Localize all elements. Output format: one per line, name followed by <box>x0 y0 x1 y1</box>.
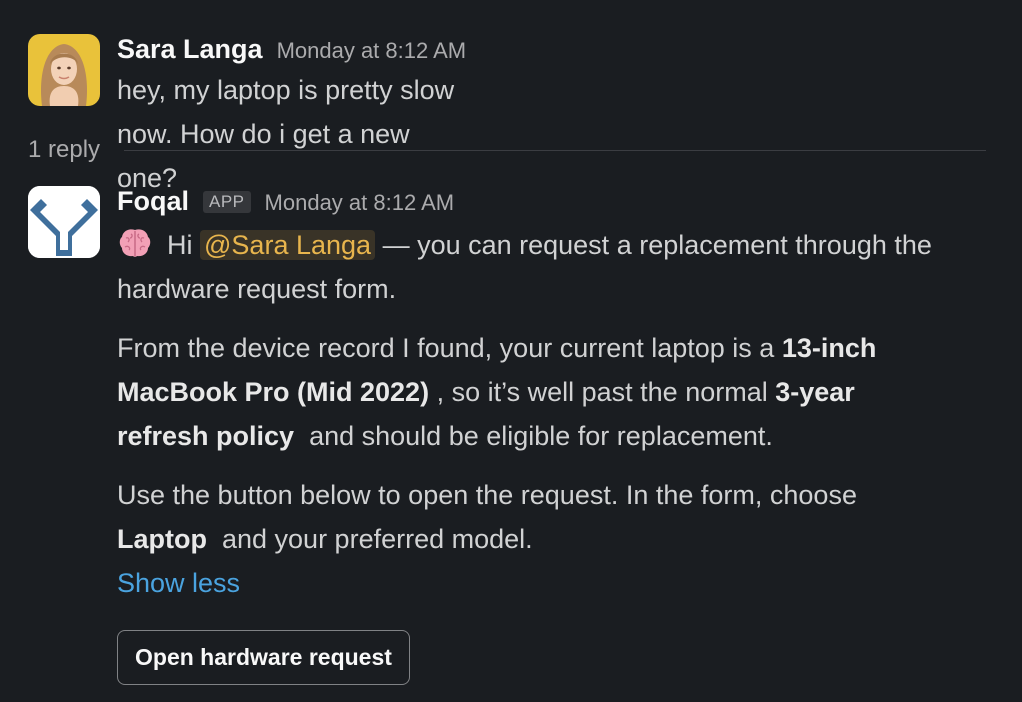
message-header: Foqal APP Monday at 8:12 AM <box>117 186 997 220</box>
brain-icon <box>117 225 161 261</box>
message-paragraph-3: Use the button below to open the request… <box>117 473 997 561</box>
p2-bold-policy: refresh policy <box>117 421 295 451</box>
intro-text-line2: hardware request form. <box>117 274 397 304</box>
avatar[interactable] <box>28 186 100 258</box>
message-timestamp[interactable]: Monday at 8:12 AM <box>277 38 467 64</box>
p2-bold-years: 3-year <box>775 377 855 407</box>
sender-name[interactable]: Foqal <box>117 186 189 217</box>
p2-text-d: , so it’s well past the normal <box>429 377 776 407</box>
app-badge: APP <box>203 191 251 213</box>
message-paragraph-1: Hi @Sara Langa — you can request a repla… <box>117 223 997 311</box>
open-hardware-request-button[interactable]: Open hardware request <box>117 630 410 685</box>
p2-bold-size: 13-inch <box>781 333 877 363</box>
p2-text-a: From the device record I found, your cur… <box>117 333 782 363</box>
p3-bold-laptop: Laptop <box>117 524 207 554</box>
p2-bold-model: MacBook Pro (Mid 2022) <box>117 377 430 407</box>
p2-text-g: and should be eligible for replacement. <box>294 421 773 451</box>
message-text: Hi @Sara Langa — you can request a repla… <box>117 223 997 561</box>
message-paragraph-2: From the device record I found, your cur… <box>117 326 997 458</box>
reply-count[interactable]: 1 reply <box>28 136 100 164</box>
divider-line <box>124 149 986 151</box>
message-header: Sara Langa Monday at 8:12 AM <box>117 34 466 68</box>
avatar[interactable] <box>28 34 100 106</box>
thread-reply-divider: 1 reply <box>28 130 986 170</box>
p3-text-a: Use the button below to open the request… <box>117 480 857 510</box>
message-content: Foqal APP Monday at 8:12 AM Hi @Sara Lan… <box>117 186 997 685</box>
intro-text: — you can request a replacement through … <box>382 230 932 260</box>
user-mention[interactable]: @Sara Langa <box>200 230 376 260</box>
message-thread: Sara Langa Monday at 8:12 AM hey, my lap… <box>0 0 1022 702</box>
sender-name[interactable]: Sara Langa <box>117 34 263 65</box>
message-timestamp[interactable]: Monday at 8:12 AM <box>265 190 455 216</box>
message-content: Sara Langa Monday at 8:12 AM hey, my lap… <box>117 34 466 200</box>
foqal-logo-icon <box>28 186 100 258</box>
show-less-link[interactable]: Show less <box>117 561 997 605</box>
greeting-text: Hi <box>167 230 193 260</box>
p3-text-c: and your preferred model. <box>206 524 533 554</box>
